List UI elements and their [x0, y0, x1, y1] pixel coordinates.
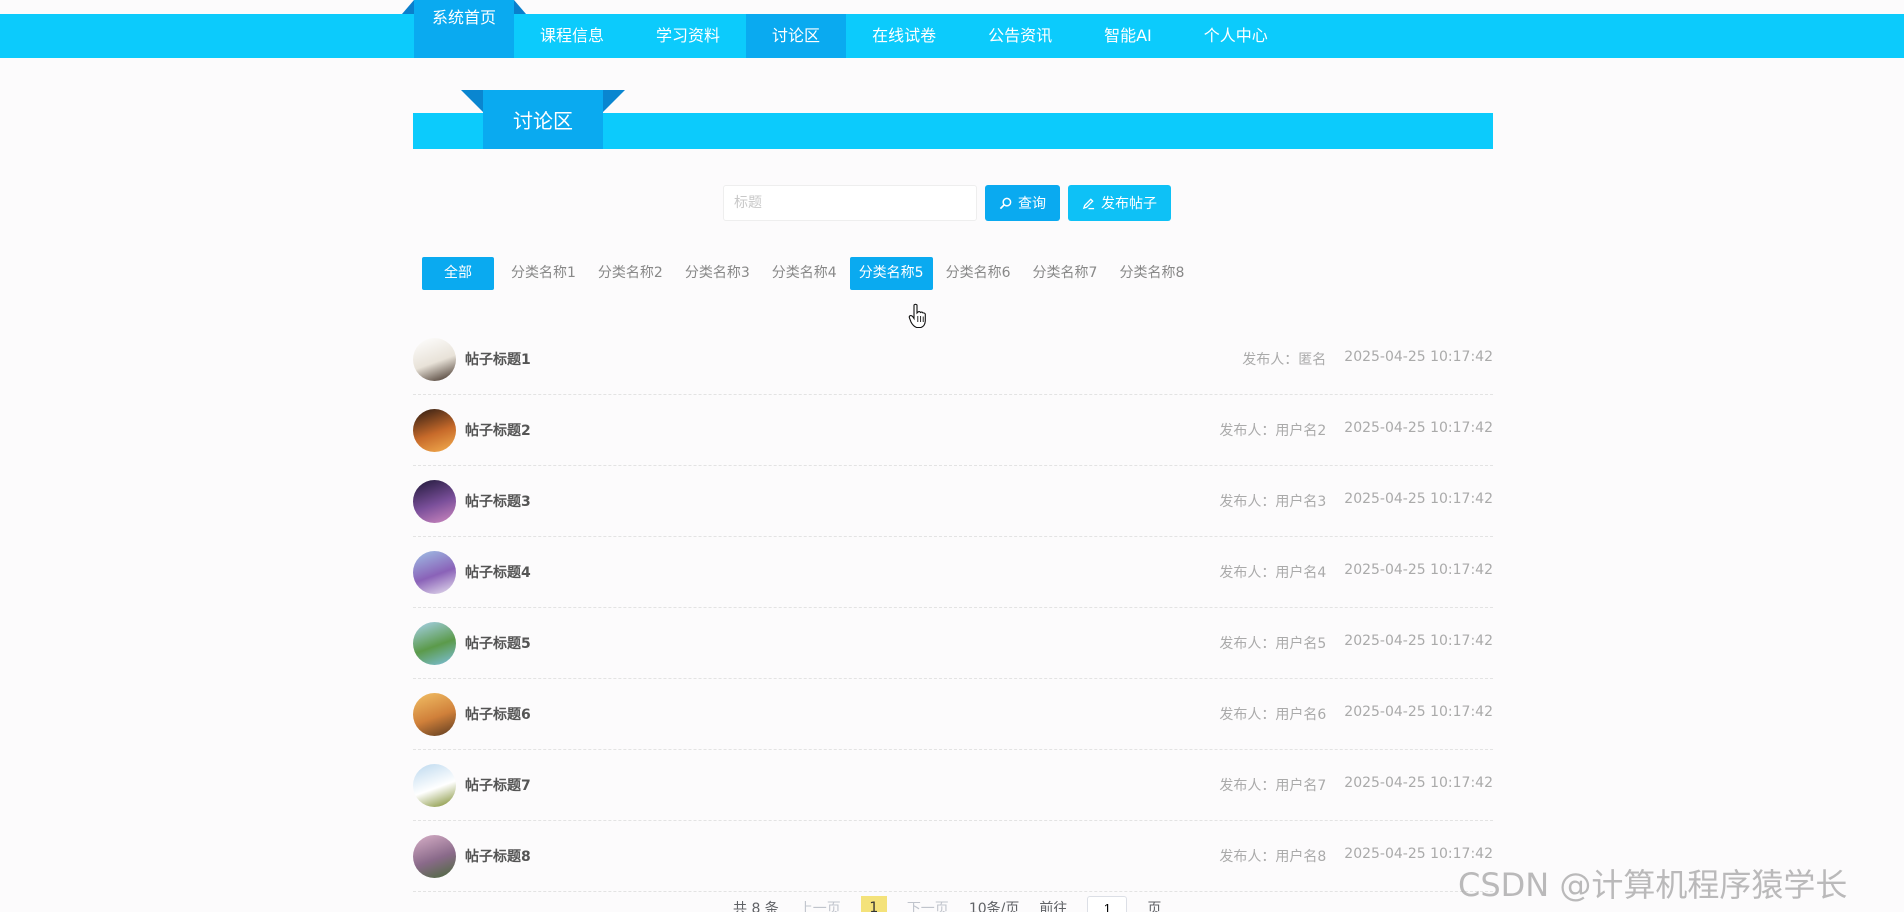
main-nav: 系统首页 课程信息 学习资料 讨论区 在线试卷 公告资讯 智能AI 个人中心	[401, 0, 1294, 58]
publish-post-button[interactable]: 发布帖子	[1068, 185, 1171, 221]
post-publisher: 发布人：用户名5	[1219, 636, 1327, 652]
total-count: 共 8 条	[733, 901, 779, 912]
post-time: 2025-04-25 10:17:42	[1344, 633, 1493, 649]
category-all[interactable]: 全部	[422, 257, 494, 290]
post-time: 2025-04-25 10:17:42	[1344, 420, 1493, 436]
post-title[interactable]: 帖子标题7	[465, 775, 531, 795]
post-time: 2025-04-25 10:17:42	[1344, 775, 1493, 791]
post-title[interactable]: 帖子标题2	[465, 420, 531, 440]
page-number-1[interactable]: 1	[860, 896, 887, 912]
nav-item-5[interactable]: 在线试卷	[846, 14, 962, 58]
nav-item-7[interactable]: 智能AI	[1078, 14, 1178, 58]
category-4[interactable]: 分类名称4	[763, 257, 846, 290]
publish-button-label: 发布帖子	[1101, 196, 1157, 212]
edit-icon	[1082, 197, 1095, 209]
next-page-button[interactable]: 下一页	[907, 898, 949, 912]
category-2[interactable]: 分类名称2	[589, 257, 672, 290]
post-avatar	[413, 408, 456, 452]
query-button-label: 查询	[1018, 196, 1046, 212]
post-time: 2025-04-25 10:17:42	[1344, 491, 1493, 507]
nav-item-4[interactable]: 讨论区	[746, 14, 847, 58]
goto-page-input[interactable]	[1087, 896, 1128, 912]
post-row[interactable]: 帖子标题6 发布人：用户名6 2025-04-25 10:17:42	[413, 679, 1493, 750]
post-title[interactable]: 帖子标题5	[465, 633, 531, 653]
post-meta: 发布人：匿名 2025-04-25 10:17:42	[1242, 349, 1493, 369]
post-time: 2025-04-25 10:17:42	[1344, 704, 1493, 720]
post-row[interactable]: 帖子标题4 发布人：用户名4 2025-04-25 10:17:42	[413, 537, 1493, 608]
post-title[interactable]: 帖子标题3	[465, 491, 531, 511]
nav-item-3[interactable]: 学习资料	[630, 14, 746, 58]
post-publisher: 发布人：用户名3	[1219, 494, 1327, 510]
post-row[interactable]: 帖子标题8 发布人：用户名8 2025-04-25 10:17:42	[413, 821, 1493, 892]
post-meta: 发布人：用户名7 2025-04-25 10:17:42	[1219, 775, 1493, 795]
post-time: 2025-04-25 10:17:42	[1344, 349, 1493, 365]
post-title[interactable]: 帖子标题6	[465, 704, 531, 724]
category-1[interactable]: 分类名称1	[502, 257, 585, 290]
post-avatar	[413, 763, 456, 807]
nav-item-8[interactable]: 个人中心	[1178, 14, 1294, 58]
post-avatar	[413, 834, 456, 878]
post-title[interactable]: 帖子标题1	[465, 349, 531, 369]
category-filter: 全部 分类名称1 分类名称2 分类名称3 分类名称4 分类名称5 分类名称6 分类名称7 分类…	[422, 257, 1197, 290]
watermark: CSDN @计算机程序猿学长	[1458, 866, 1848, 904]
post-meta: 发布人：用户名2 2025-04-25 10:17:42	[1219, 420, 1493, 440]
category-6[interactable]: 分类名称6	[937, 257, 1020, 290]
post-meta: 发布人：用户名6 2025-04-25 10:17:42	[1219, 704, 1493, 724]
post-publisher: 发布人：匿名	[1242, 352, 1327, 368]
post-meta: 发布人：用户名3 2025-04-25 10:17:42	[1219, 491, 1493, 511]
post-publisher: 发布人：用户名6	[1219, 707, 1327, 723]
post-row[interactable]: 帖子标题3 发布人：用户名3 2025-04-25 10:17:42	[413, 466, 1493, 537]
category-7[interactable]: 分类名称7	[1024, 257, 1107, 290]
post-title[interactable]: 帖子标题4	[465, 562, 531, 582]
search-icon	[999, 197, 1012, 209]
page-size-select[interactable]: 10条/页	[969, 898, 1020, 912]
query-button[interactable]: 查询	[985, 185, 1060, 221]
title-search-input[interactable]	[723, 185, 977, 221]
goto-label: 前往	[1039, 901, 1068, 912]
post-row[interactable]: 帖子标题2 发布人：用户名2 2025-04-25 10:17:42	[413, 395, 1493, 466]
post-publisher: 发布人：用户名8	[1219, 849, 1327, 865]
prev-page-button[interactable]: 上一页	[799, 898, 841, 912]
post-publisher: 发布人：用户名2	[1219, 423, 1327, 439]
post-avatar	[413, 337, 456, 381]
post-publisher: 发布人：用户名7	[1219, 778, 1327, 794]
pagination: 共 8 条 上一页 1 下一页 10条/页 前往 页	[733, 896, 1161, 912]
post-meta: 发布人：用户名5 2025-04-25 10:17:42	[1219, 633, 1493, 653]
nav-item-2[interactable]: 课程信息	[514, 14, 630, 58]
post-time: 2025-04-25 10:17:42	[1344, 562, 1493, 578]
post-avatar	[413, 692, 456, 736]
search-row: 查询 发布帖子	[723, 185, 1171, 221]
post-avatar	[413, 479, 456, 523]
page-unit-label: 页	[1147, 901, 1162, 912]
category-8[interactable]: 分类名称8	[1110, 257, 1193, 290]
post-list: 帖子标题1 发布人：匿名 2025-04-25 10:17:42 帖子标题2 发布人：用…	[413, 324, 1493, 892]
post-title[interactable]: 帖子标题8	[465, 846, 531, 866]
section-title: 讨论区	[461, 90, 625, 149]
post-avatar	[413, 550, 456, 594]
nav-item-6[interactable]: 公告资讯	[962, 14, 1078, 58]
post-meta: 发布人：用户名8 2025-04-25 10:17:42	[1219, 846, 1493, 866]
category-3[interactable]: 分类名称3	[676, 257, 759, 290]
post-avatar	[413, 621, 456, 665]
post-meta: 发布人：用户名4 2025-04-25 10:17:42	[1219, 562, 1493, 582]
post-publisher: 发布人：用户名4	[1219, 565, 1327, 581]
post-row[interactable]: 帖子标题5 发布人：用户名5 2025-04-25 10:17:42	[413, 608, 1493, 679]
post-row[interactable]: 帖子标题7 发布人：用户名7 2025-04-25 10:17:42	[413, 750, 1493, 821]
post-row[interactable]: 帖子标题1 发布人：匿名 2025-04-25 10:17:42	[413, 324, 1493, 395]
category-5[interactable]: 分类名称5	[849, 257, 933, 290]
nav-item-1[interactable]: 系统首页	[401, 0, 527, 58]
